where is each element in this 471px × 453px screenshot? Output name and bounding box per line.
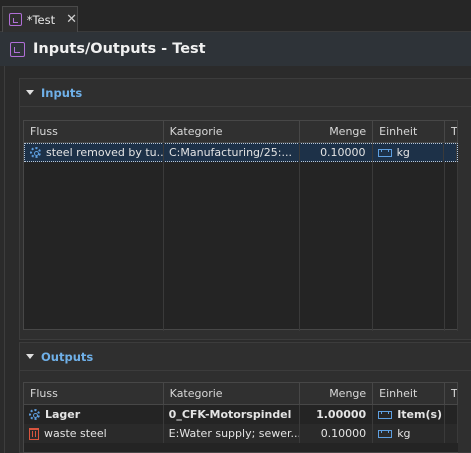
column-header-category[interactable]: Kategorie bbox=[164, 383, 301, 405]
chevron-down-icon[interactable] bbox=[26, 90, 34, 95]
ruler-icon bbox=[377, 148, 392, 157]
outputs-section-header[interactable]: Outputs bbox=[20, 343, 471, 371]
outputs-table[interactable]: Fluss Kategorie Menge Einheit T Lager 0_… bbox=[23, 382, 458, 453]
cell-amount[interactable]: 0.10000 bbox=[300, 143, 373, 162]
cell-unit[interactable]: Item(s) bbox=[373, 405, 446, 424]
table-row[interactable]: Lager 0_CFK-Motorspindel 1.00000 Item(s) bbox=[24, 405, 458, 424]
column-header-unit[interactable]: Einheit bbox=[373, 121, 446, 143]
gear-icon bbox=[30, 147, 41, 158]
column-header-amount[interactable]: Menge bbox=[300, 383, 374, 405]
unit-name: kg bbox=[397, 427, 411, 440]
flow-name: Lager bbox=[45, 408, 81, 421]
cell-extra[interactable] bbox=[445, 405, 458, 424]
cell-flow[interactable]: waste steel bbox=[24, 424, 164, 443]
column-header-amount[interactable]: Menge bbox=[300, 121, 374, 143]
cell-amount[interactable]: 1.00000 bbox=[300, 405, 374, 424]
column-header-extra[interactable]: T bbox=[445, 383, 458, 405]
inputs-table[interactable]: Fluss Kategorie Menge Einheit T steel re… bbox=[23, 120, 458, 331]
table-row[interactable]: waste steel E:Water supply; sewer... 0.1… bbox=[24, 424, 458, 443]
unit-name: Item(s) bbox=[397, 408, 443, 421]
cell-amount[interactable]: 0.10000 bbox=[300, 424, 374, 443]
unit-name: kg bbox=[396, 146, 410, 159]
column-header-flow[interactable]: Fluss bbox=[24, 121, 164, 143]
inputs-section-header[interactable]: Inputs bbox=[20, 79, 471, 107]
editor-content: Inputs Fluss Kategorie Menge Einheit T s… bbox=[4, 66, 471, 453]
close-icon[interactable]: ✕ bbox=[66, 13, 77, 26]
cell-category[interactable]: C:Manufacturing/25:... bbox=[164, 143, 301, 162]
cell-flow[interactable]: steel removed by tu... bbox=[25, 143, 164, 162]
cell-flow[interactable]: Lager bbox=[24, 405, 164, 424]
editor-header: Inputs/Outputs - Test bbox=[0, 32, 471, 66]
inputs-section-title: Inputs bbox=[41, 85, 83, 100]
flow-name: waste steel bbox=[44, 427, 107, 440]
column-header-flow[interactable]: Fluss bbox=[24, 383, 164, 405]
column-header-unit[interactable]: Einheit bbox=[373, 383, 446, 405]
ruler-icon bbox=[378, 429, 393, 438]
cell-extra[interactable] bbox=[444, 143, 458, 162]
page-title: Inputs/Outputs - Test bbox=[33, 41, 206, 57]
gear-icon bbox=[29, 409, 40, 420]
process-icon bbox=[10, 41, 25, 57]
cell-unit[interactable]: kg bbox=[373, 143, 445, 162]
flow-name: steel removed by tu... bbox=[46, 146, 164, 159]
outputs-section-title: Outputs bbox=[41, 349, 94, 364]
ruler-icon bbox=[378, 410, 393, 419]
table-header: Fluss Kategorie Menge Einheit T bbox=[24, 121, 458, 143]
tab-label: *Test bbox=[26, 12, 56, 27]
chevron-down-icon[interactable] bbox=[26, 354, 34, 359]
cell-unit[interactable]: kg bbox=[373, 424, 446, 443]
cell-category[interactable]: E:Water supply; sewer... bbox=[164, 424, 301, 443]
editor-tab-bar: *Test ✕ bbox=[0, 0, 471, 32]
empty-table-area bbox=[24, 162, 458, 331]
cell-category[interactable]: 0_CFK-Motorspindel bbox=[164, 405, 301, 424]
table-header: Fluss Kategorie Menge Einheit T bbox=[24, 383, 458, 405]
column-header-extra[interactable]: T bbox=[445, 121, 458, 143]
tab-test[interactable]: *Test ✕ bbox=[2, 6, 78, 32]
trash-icon bbox=[29, 427, 39, 440]
cell-extra[interactable] bbox=[445, 424, 458, 443]
process-icon bbox=[9, 13, 22, 26]
column-header-category[interactable]: Kategorie bbox=[164, 121, 301, 143]
table-row[interactable]: steel removed by tu... C:Manufacturing/2… bbox=[24, 143, 458, 162]
